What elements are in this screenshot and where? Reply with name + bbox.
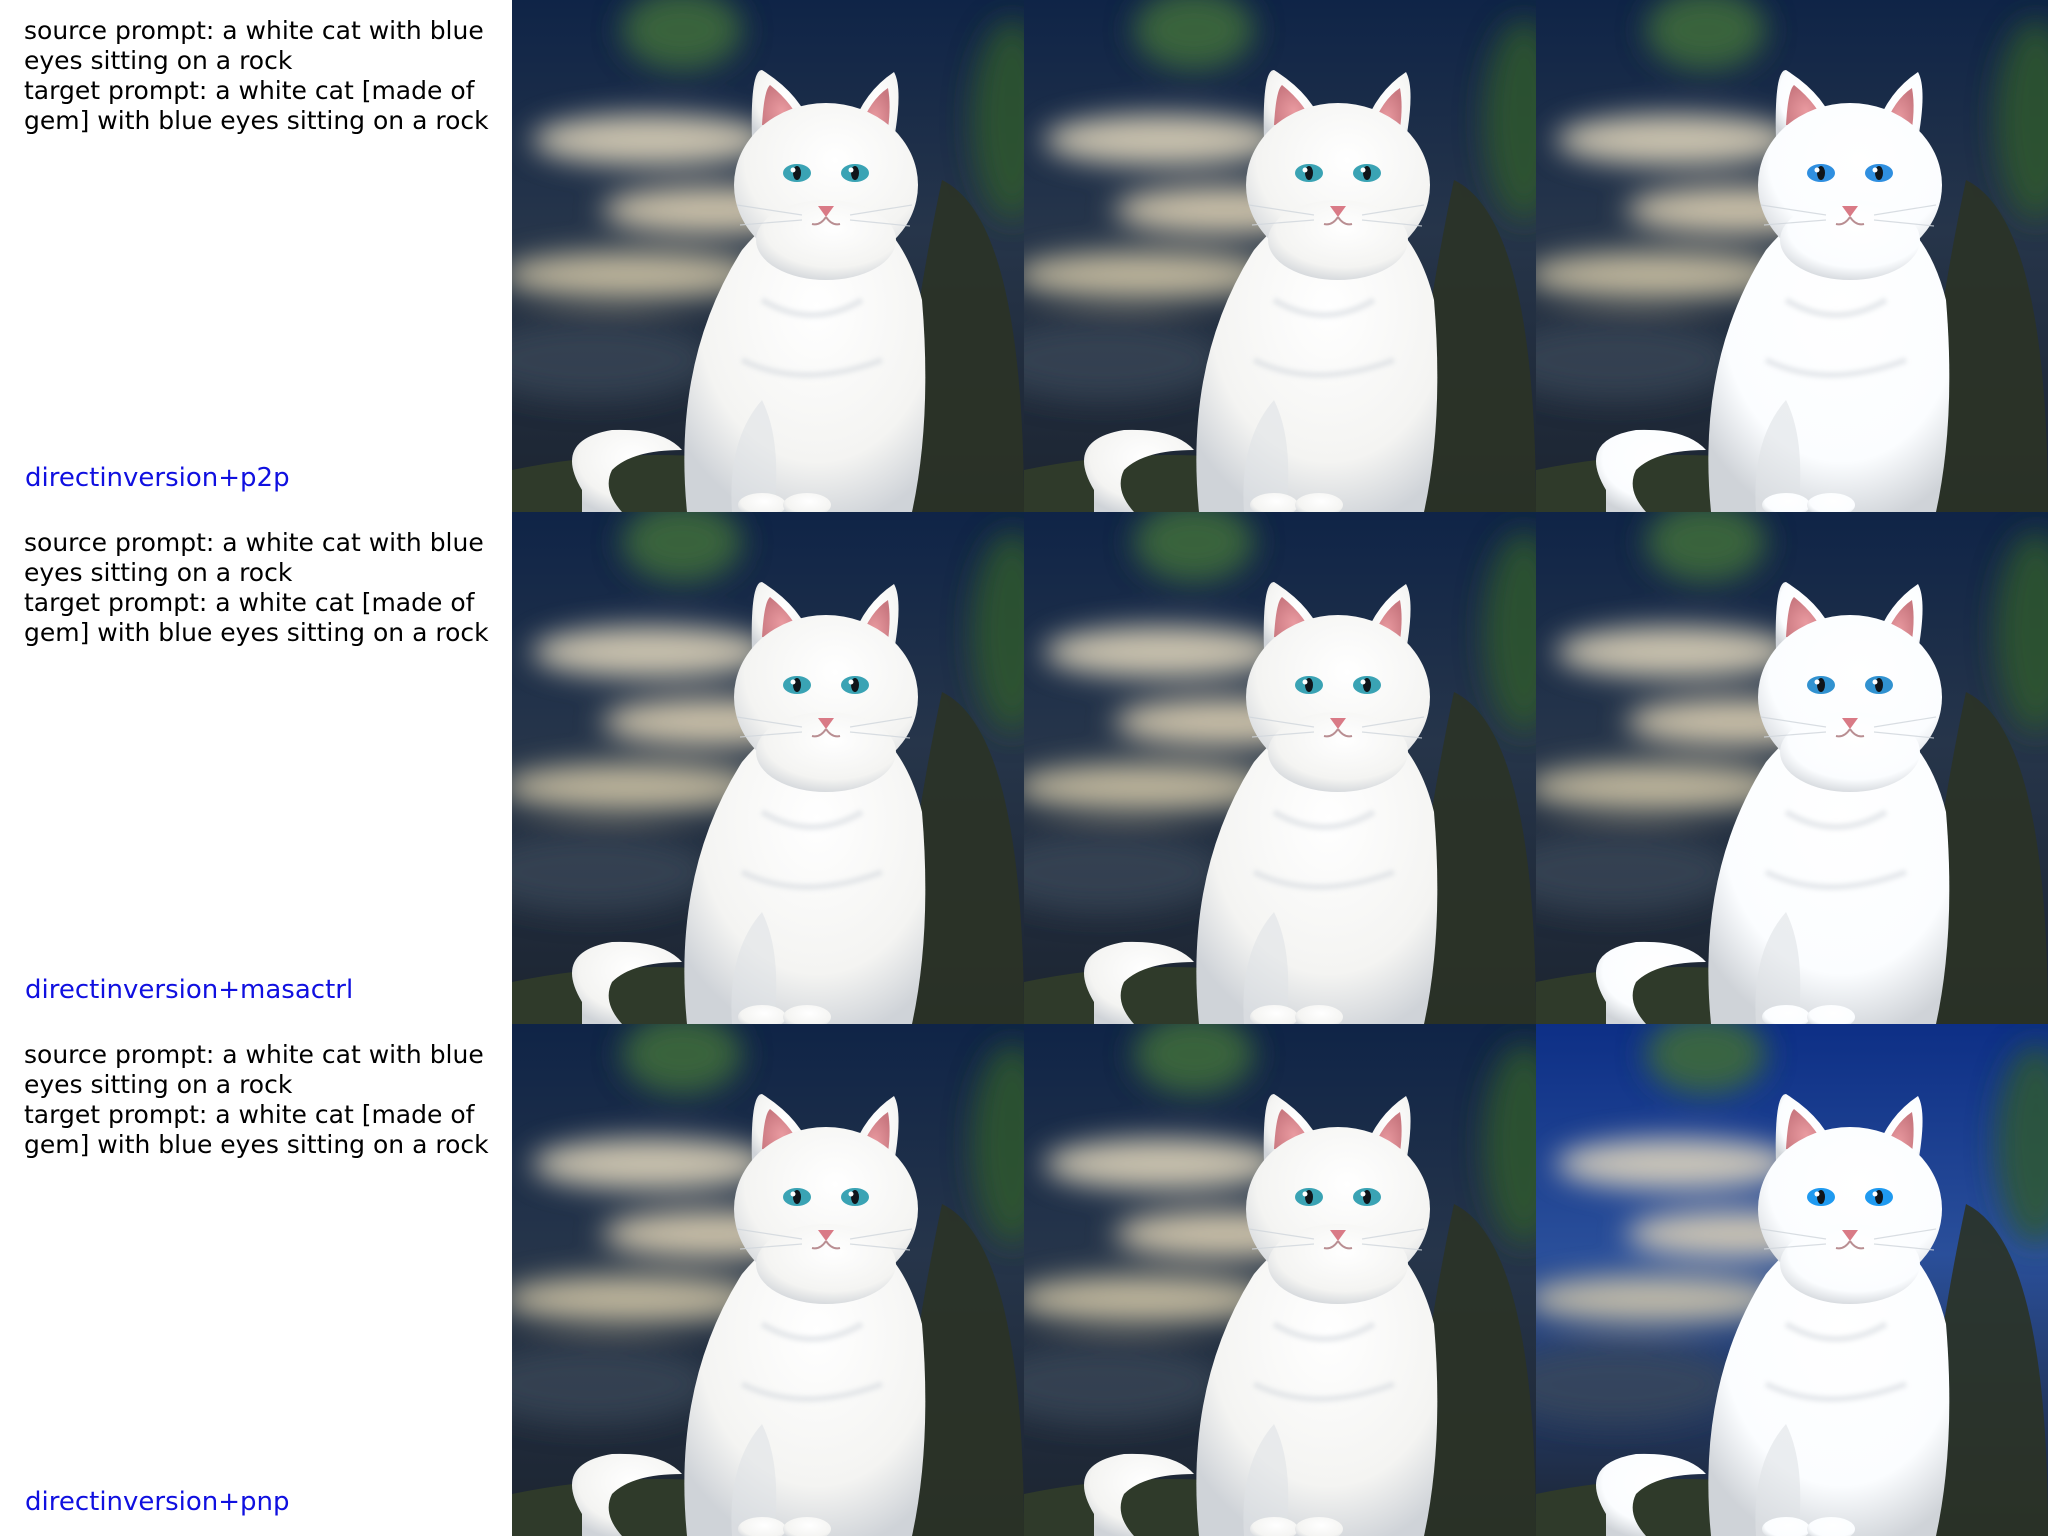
- source-prompt: source prompt: a white cat with blue eye…: [24, 1040, 484, 1099]
- result-image: [512, 512, 1024, 1024]
- target-prompt: target prompt: a white cat [made of gem]…: [24, 1100, 489, 1159]
- row-label-cell: source prompt: a white cat with blue eye…: [0, 0, 512, 512]
- result-image: [1024, 512, 1536, 1024]
- target-prompt: target prompt: a white cat [made of gem]…: [24, 76, 489, 135]
- row-label-cell: source prompt: a white cat with blue eye…: [0, 1024, 512, 1536]
- comparison-grid: source prompt: a white cat with blue eye…: [0, 0, 2048, 1536]
- method-label: directinversion+masactrl: [25, 975, 354, 1005]
- method-label: directinversion+p2p: [25, 463, 290, 493]
- result-image: [1536, 512, 2048, 1024]
- comparison-row: source prompt: a white cat with blue eye…: [0, 512, 2048, 1024]
- prompt-text: source prompt: a white cat with blue eye…: [24, 1040, 508, 1160]
- result-image: [512, 1024, 1024, 1536]
- row-label-cell: source prompt: a white cat with blue eye…: [0, 512, 512, 1024]
- method-label: directinversion+pnp: [25, 1487, 290, 1517]
- source-prompt: source prompt: a white cat with blue eye…: [24, 528, 484, 587]
- result-image: [1536, 1024, 2048, 1536]
- result-image: [1024, 1024, 1536, 1536]
- result-image: [512, 0, 1024, 512]
- result-image: [1536, 0, 2048, 512]
- prompt-text: source prompt: a white cat with blue eye…: [24, 528, 508, 648]
- comparison-row: source prompt: a white cat with blue eye…: [0, 0, 2048, 512]
- source-prompt: source prompt: a white cat with blue eye…: [24, 16, 484, 75]
- result-image: [1024, 0, 1536, 512]
- prompt-text: source prompt: a white cat with blue eye…: [24, 16, 508, 136]
- comparison-row: source prompt: a white cat with blue eye…: [0, 1024, 2048, 1536]
- target-prompt: target prompt: a white cat [made of gem]…: [24, 588, 489, 647]
